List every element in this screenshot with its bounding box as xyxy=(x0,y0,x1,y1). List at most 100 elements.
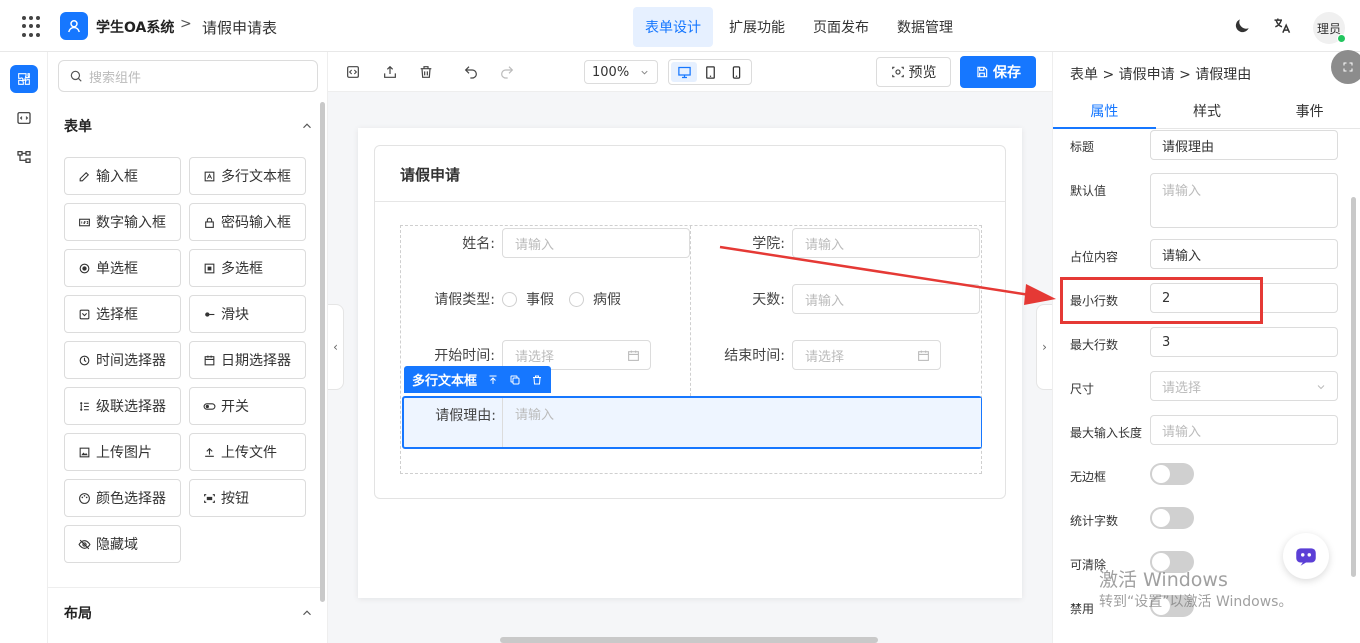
component-number-input[interactable]: 数字输入框 xyxy=(64,203,181,241)
palette-icon xyxy=(77,491,91,505)
crumb-leave-request[interactable]: 请假申请 xyxy=(1119,67,1175,83)
search-icon xyxy=(70,70,82,82)
user-avatar[interactable]: 理员 xyxy=(1313,12,1346,44)
tree-tab[interactable] xyxy=(10,143,38,171)
section-form-header[interactable]: 表单 xyxy=(64,114,314,138)
zoom-value: 100% xyxy=(592,64,630,80)
canvas-horizontal-scrollbar[interactable] xyxy=(500,637,878,643)
code-view-icon[interactable] xyxy=(344,63,362,81)
expand-icon xyxy=(1343,62,1353,72)
pencil-icon xyxy=(77,169,91,183)
radio-personal-leave[interactable]: 事假 xyxy=(502,289,554,309)
props-scrollbar[interactable] xyxy=(1351,197,1356,577)
code-tab[interactable] xyxy=(10,104,38,132)
robot-chat-icon xyxy=(1296,548,1316,566)
tab-properties[interactable]: 属性 xyxy=(1053,93,1156,129)
puzzle-icon xyxy=(18,73,30,85)
preview-button[interactable]: 预览 xyxy=(876,57,951,87)
main-nav: 表单设计 扩展功能 页面发布 数据管理 xyxy=(633,7,969,47)
app-grid-icon[interactable] xyxy=(22,16,44,38)
undo-icon[interactable] xyxy=(462,63,480,81)
component-upload-file[interactable]: 上传文件 xyxy=(189,433,306,471)
college-input[interactable]: 请输入 xyxy=(792,228,980,258)
component-radio[interactable]: 单选框 xyxy=(64,249,181,287)
export-icon[interactable] xyxy=(381,63,399,81)
form-container[interactable]: 请假申请 姓名: 请输入 学院: 请输入 请假类型: 事假 病假 天数: 请输入… xyxy=(374,145,1006,499)
components-tab[interactable] xyxy=(10,65,38,93)
nav-form-design[interactable]: 表单设计 xyxy=(633,7,713,47)
max-length-label: 最大输入长度 xyxy=(1070,426,1143,440)
assistant-chat-button[interactable] xyxy=(1283,533,1329,579)
mobile-icon xyxy=(732,65,740,79)
number-icon xyxy=(77,215,91,229)
tablet-view-button[interactable] xyxy=(697,62,723,82)
component-date-picker[interactable]: 日期选择器 xyxy=(189,341,306,379)
title-prop-input[interactable]: 请假理由 xyxy=(1150,130,1338,160)
size-select[interactable]: 请选择 xyxy=(1150,371,1338,401)
trash-icon[interactable] xyxy=(417,63,435,81)
component-select[interactable]: 选择框 xyxy=(64,295,181,333)
translate-icon[interactable] xyxy=(1272,16,1292,36)
component-switch[interactable]: 开关 xyxy=(189,387,306,425)
redo-icon[interactable] xyxy=(498,63,516,81)
nav-extensions[interactable]: 扩展功能 xyxy=(717,7,797,47)
crumb-form[interactable]: 表单 xyxy=(1070,67,1098,83)
placeholder-prop-input[interactable]: 请输入 xyxy=(1150,239,1338,269)
component-slider[interactable]: 滑块 xyxy=(189,295,306,333)
name-input[interactable]: 请输入 xyxy=(502,228,690,258)
nav-data-management[interactable]: 数据管理 xyxy=(885,7,965,47)
max-length-input[interactable]: 请输入 xyxy=(1150,415,1338,445)
mobile-view-button[interactable] xyxy=(723,62,749,82)
max-rows-label: 最大行数 xyxy=(1070,338,1119,352)
name-label: 姓名: xyxy=(462,236,495,252)
nav-page-publish[interactable]: 页面发布 xyxy=(801,7,881,47)
component-checkbox[interactable]: 多选框 xyxy=(189,249,306,287)
eye-off-icon xyxy=(77,537,91,551)
move-up-icon[interactable] xyxy=(487,374,499,386)
component-panel: 搜索组件 表单 输入框 多行文本框 数字输入框 密码输入框 单选框 多选框 选择… xyxy=(48,52,328,643)
app-name[interactable]: 学生OA系统 xyxy=(96,17,174,37)
grid-layout[interactable]: 姓名: 请输入 学院: 请输入 请假类型: 事假 病假 天数: 请输入 开始时间… xyxy=(400,225,982,474)
section-layout-title: 布局 xyxy=(64,606,92,622)
component-time-picker[interactable]: 时间选择器 xyxy=(64,341,181,379)
tab-style[interactable]: 样式 xyxy=(1156,93,1259,128)
days-input[interactable]: 请输入 xyxy=(792,284,980,314)
component-button[interactable]: 按钮 xyxy=(189,479,306,517)
tablet-icon xyxy=(705,65,715,79)
chevron-up-icon xyxy=(303,123,311,129)
max-rows-input[interactable]: 3 xyxy=(1150,327,1338,357)
reason-textarea-field[interactable]: 请假理由: 请输入 xyxy=(402,396,982,449)
selected-component-tag[interactable]: 多行文本框 xyxy=(404,366,552,393)
start-time-label: 开始时间: xyxy=(434,348,495,364)
default-value-textarea[interactable]: 请输入 xyxy=(1150,173,1338,228)
calendar-icon xyxy=(628,350,639,361)
component-password-input[interactable]: 密码输入框 xyxy=(189,203,306,241)
collapse-right-handle[interactable]: › xyxy=(1036,304,1052,390)
panel-scrollbar[interactable] xyxy=(320,102,325,602)
component-input[interactable]: 输入框 xyxy=(64,157,181,195)
component-color-picker[interactable]: 颜色选择器 xyxy=(64,479,181,517)
end-time-picker[interactable]: 请选择 xyxy=(792,340,941,370)
component-label: 多选框 xyxy=(221,261,263,277)
radio-sick-leave[interactable]: 病假 xyxy=(569,289,621,309)
zoom-select[interactable]: 100% xyxy=(584,60,658,84)
tab-events[interactable]: 事件 xyxy=(1258,93,1360,128)
component-textarea[interactable]: 多行文本框 xyxy=(189,157,306,195)
delete-icon[interactable] xyxy=(531,374,543,386)
save-button[interactable]: 保存 xyxy=(960,56,1036,88)
collapse-left-handle[interactable]: ‹ xyxy=(328,304,344,390)
desktop-view-button[interactable] xyxy=(671,62,697,82)
borderless-toggle[interactable] xyxy=(1150,463,1194,485)
disabled-label: 禁用 xyxy=(1070,602,1095,616)
fullscreen-button[interactable] xyxy=(1331,50,1360,84)
dark-mode-icon[interactable] xyxy=(1232,16,1252,36)
word-count-toggle[interactable] xyxy=(1150,507,1194,529)
reason-textarea[interactable]: 请输入 xyxy=(502,398,981,447)
component-hidden-field[interactable]: 隐藏域 xyxy=(64,525,181,563)
copy-icon[interactable] xyxy=(509,374,521,386)
max-rows-value: 3 xyxy=(1162,334,1171,350)
section-layout-header[interactable]: 布局 xyxy=(64,601,314,625)
component-upload-image[interactable]: 上传图片 xyxy=(64,433,181,471)
component-search-input[interactable]: 搜索组件 xyxy=(58,60,318,92)
component-cascader[interactable]: 级联选择器 xyxy=(64,387,181,425)
